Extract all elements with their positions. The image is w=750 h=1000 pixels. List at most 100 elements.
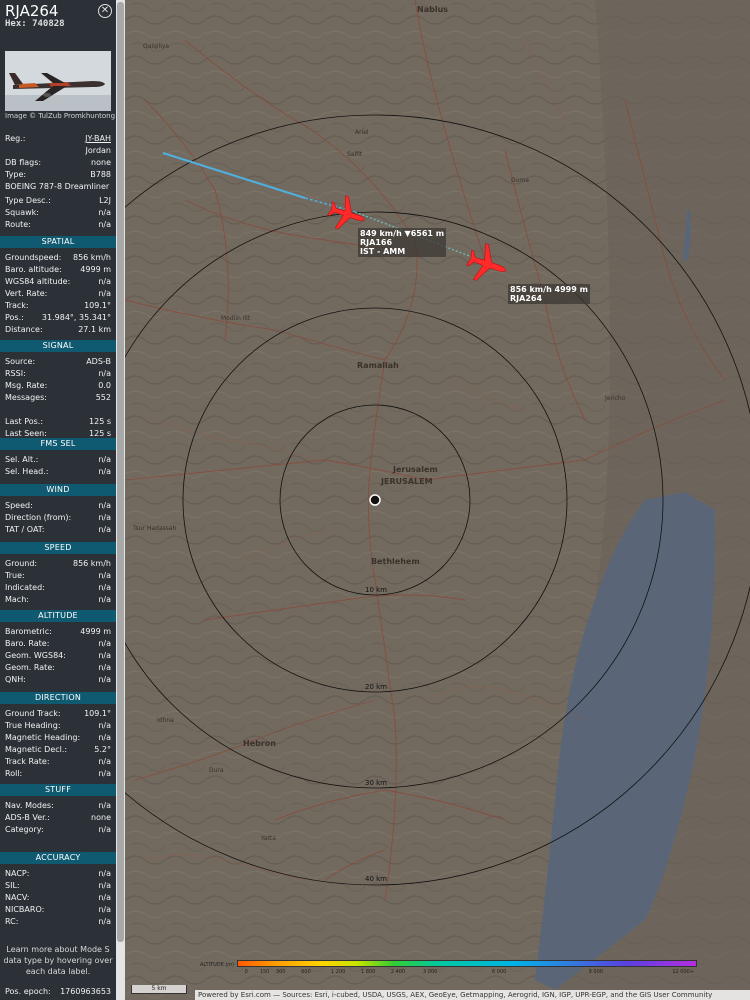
altitude-legend-tick: 12 000+: [672, 969, 695, 975]
signal-5-label: Last Pos.:: [5, 417, 44, 426]
callsign-title: RJA264: [5, 2, 59, 20]
signal-2-label: Msg. Rate:: [5, 381, 48, 390]
info-3-value: B788: [90, 170, 111, 179]
accuracy-1-value: n/a: [98, 881, 111, 890]
direction-0-row: Ground Track: 109.1°: [5, 708, 111, 720]
direction-3-label: Magnetic Decl.:: [5, 745, 68, 754]
place-label-modiin-ilit: Modiin Ilit: [221, 315, 251, 322]
aircraft-label-rja264-speed-alt: 856 km/h 4999 m: [510, 285, 588, 294]
info-1-value: Jordan: [85, 146, 111, 155]
section-header-fms-sel: FMS SEL: [0, 438, 116, 450]
info-3-label: Type:: [5, 170, 27, 179]
accuracy-3-value: n/a: [98, 905, 111, 914]
altitude-legend-tick: 600: [301, 969, 311, 975]
info-7-row: Route: n/a: [5, 219, 111, 231]
direction-2-label: Magnetic Heading:: [5, 733, 81, 742]
ring-label-20km: 20 km: [365, 683, 387, 691]
fms-sel-1-row: Sel. Head.: n/a: [5, 466, 111, 478]
aircraft-label-rja264[interactable]: 856 km/h 4999 m RJA264: [508, 284, 590, 304]
spatial-3-row: Vert. Rate: n/a: [5, 288, 111, 300]
speed-1-value: n/a: [98, 571, 111, 580]
stuff-2-value: n/a: [98, 825, 111, 834]
info-7-label: Route:: [5, 220, 31, 229]
altitude-2-row: Geom. WGS84: n/a: [5, 650, 111, 662]
section-header-stuff: STUFF: [0, 784, 116, 796]
speed-0-label: Ground:: [5, 559, 38, 568]
altitude-legend-tick: 1 800: [360, 969, 376, 975]
direction-1-row: True Heading: n/a: [5, 720, 111, 732]
section-header-speed: SPEED: [0, 542, 116, 554]
section-header-altitude: ALTITUDE: [0, 610, 116, 622]
speed-0-row: Ground: 856 km/h: [5, 558, 111, 570]
close-icon[interactable]: ✕: [98, 4, 112, 18]
spatial-6-value: 27.1 km: [78, 325, 111, 334]
signal-5-row: Last Pos.: 125 s: [5, 416, 111, 428]
altitude-legend-tick: 300: [275, 969, 286, 975]
direction-5-value: n/a: [98, 769, 111, 778]
speed-3-value: n/a: [98, 595, 111, 604]
place-label-ariel: Ariel: [355, 129, 369, 136]
aircraft-info-sidebar: RJA264 Hex: 740828 ✕ Image © TulZub Prom…: [0, 0, 116, 1000]
place-label-jerusalem-caps: JERUSALEM: [380, 477, 433, 486]
airplane-photo-illustration: [5, 51, 111, 111]
spatial-0-label: Groundspeed:: [5, 253, 62, 262]
spatial-2-label: WGS84 altitude:: [5, 277, 71, 286]
hex-code: Hex: 740828: [5, 19, 65, 29]
spatial-4-value: 109.1°: [84, 301, 111, 310]
wind-1-label: Direction (from):: [5, 513, 72, 522]
direction-5-label: Roll:: [5, 769, 23, 778]
wind-2-value: n/a: [98, 525, 111, 534]
speed-0-value: 856 km/h: [72, 559, 111, 568]
direction-2-row: Magnetic Heading: n/a: [5, 732, 111, 744]
speed-2-value: n/a: [98, 583, 111, 592]
altitude-1-value: n/a: [98, 639, 111, 648]
signal-2-value: 0.0: [98, 381, 111, 390]
place-label-salfit: Salfit: [347, 151, 363, 158]
speed-1-row: True: n/a: [5, 570, 111, 582]
ring-label-10km: 10 km: [365, 586, 387, 594]
info-5-row: Type Desc.: L2J: [5, 195, 111, 207]
info-5-value: L2J: [99, 196, 111, 205]
altitude-1-label: Baro. Rate:: [5, 639, 50, 648]
accuracy-3-label: NICBARO:: [5, 905, 45, 914]
info-0-value[interactable]: JY-BAH: [85, 133, 111, 145]
altitude-3-row: Geom. Rate: n/a: [5, 662, 111, 674]
wind-2-label: TAT / OAT:: [5, 525, 45, 534]
info-6-value: n/a: [98, 208, 111, 217]
stuff-2-label: Category:: [5, 825, 44, 834]
ring-label-40km: 40 km: [365, 875, 387, 883]
stuff-2-row: Category: n/a: [5, 824, 111, 836]
section-header-wind: WIND: [0, 484, 116, 496]
sidebar-scrollbar[interactable]: [116, 0, 125, 1000]
aircraft-label-rja166-speed-alt: 849 km/h ▼6561 m: [360, 229, 445, 238]
map-attribution[interactable]: Powered by Esri.com — Sources: Esri, i-c…: [195, 990, 750, 1000]
direction-0-label: Ground Track:: [5, 709, 61, 718]
altitude-4-row: QNH: n/a: [5, 674, 111, 686]
signal-1-value: n/a: [98, 369, 111, 378]
accuracy-4-row: RC: n/a: [5, 916, 111, 928]
place-label-hebron: Hebron: [243, 739, 276, 748]
direction-4-row: Track Rate: n/a: [5, 756, 111, 768]
map-view[interactable]: Nablus Qalqiliya Ariel Salfit Duma Ramal…: [125, 0, 750, 1000]
wind-1-value: n/a: [98, 513, 111, 522]
scrollbar-thumb[interactable]: [117, 2, 124, 942]
altitude-legend-tick: 1 200: [331, 969, 346, 975]
info-5-label: Type Desc.:: [5, 196, 51, 205]
info-6-row: Squawk: n/a: [5, 207, 111, 219]
place-label-qalqiliya: Qalqiliya: [143, 43, 169, 50]
fms-sel-0-value: n/a: [98, 455, 111, 464]
map-canvas[interactable]: Nablus Qalqiliya Ariel Salfit Duma Ramal…: [125, 0, 750, 1000]
fms-sel-1-label: Sel. Head.:: [5, 467, 49, 476]
altitude-legend: ALTITUDE (m) 0 150 300 600 1 200 1 800 2 400 3 …: [200, 958, 700, 980]
info-0-row: Reg.: JY-BAH: [5, 133, 111, 145]
spatial-6-row: Distance: 27.1 km: [5, 324, 111, 336]
spatial-6-label: Distance:: [5, 325, 43, 334]
altitude-legend-ticks: 0 150 300 600 1 200 1 800 2 400 3 000 6 000 9 000…: [237, 969, 697, 977]
speed-3-row: Mach: n/a: [5, 594, 111, 606]
signal-0-row: Source: ADS-B: [5, 356, 111, 368]
info-4-row: BOEING 787-8 Dreamliner: [5, 181, 111, 193]
wind-2-row: TAT / OAT: n/a: [5, 524, 111, 536]
spatial-0-value: 856 km/h: [72, 253, 111, 262]
aircraft-label-rja166[interactable]: 849 km/h ▼6561 m RJA166 IST - AMM: [358, 228, 447, 257]
aircraft-photo[interactable]: [5, 51, 111, 111]
